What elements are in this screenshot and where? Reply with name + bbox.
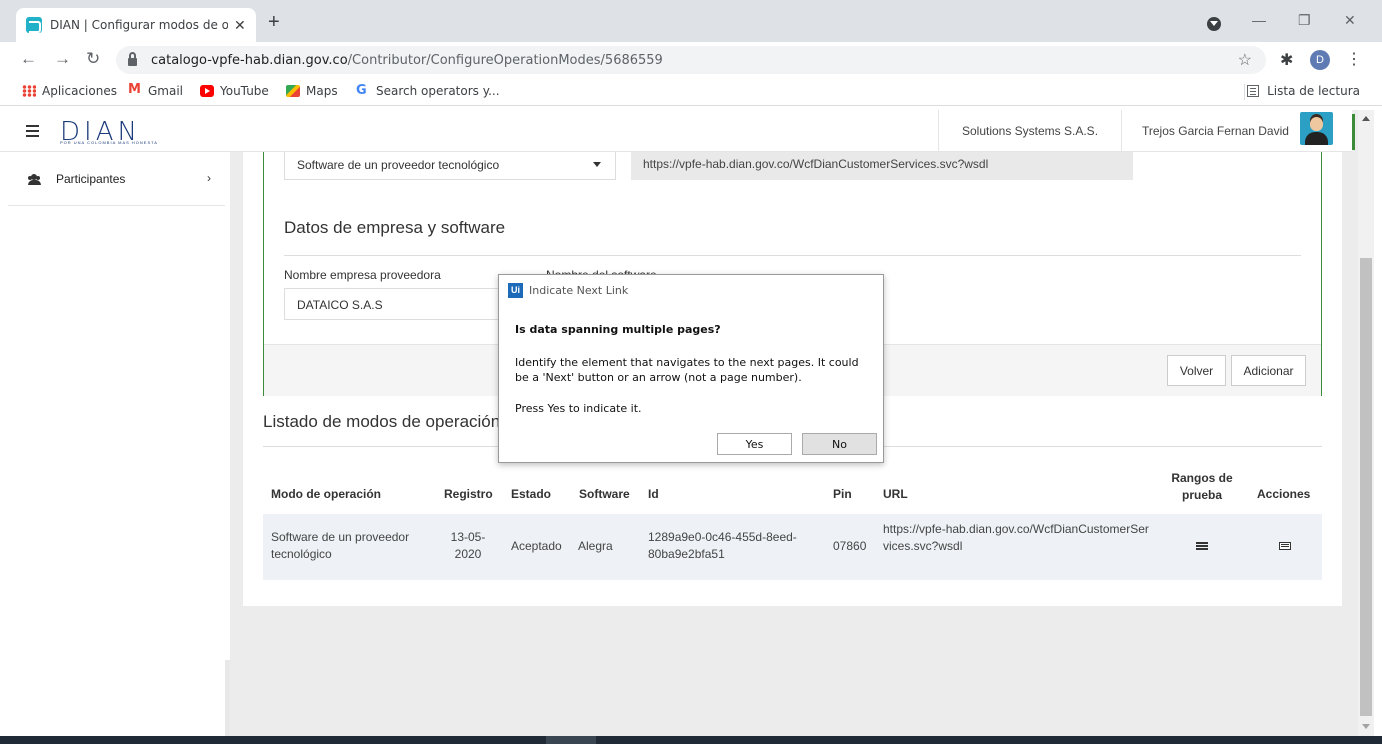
scroll-thumb[interactable] — [1360, 258, 1372, 716]
dian-favicon-icon — [26, 17, 42, 33]
browser-menu-icon[interactable]: ⋮ — [1346, 49, 1362, 69]
sidebar: Participantes › — [0, 152, 230, 736]
tab-search-icon[interactable] — [1207, 17, 1221, 31]
gmail-icon — [128, 82, 142, 97]
hamburger-menu-icon[interactable] — [26, 125, 39, 127]
cell-url: https://vpfe-hab.dian.gov.co/WcfDianCust… — [883, 522, 1149, 553]
bookmark-gmail[interactable]: Gmail — [128, 82, 184, 98]
minimize-icon[interactable]: — — [1252, 12, 1266, 28]
operation-mode-value: Software de un proveedor tecnológico — [297, 158, 500, 172]
cell-registro: 13-05-2020 — [450, 530, 486, 561]
sidebar-item-label: Participantes — [56, 171, 126, 186]
cell-modo: Software de un proveedor tecnológico — [271, 530, 410, 561]
section-divider — [284, 255, 1301, 256]
address-bar[interactable]: catalogo-vpfe-hab.dian.gov.co/Contributo… — [116, 46, 1266, 74]
label-empresa: Nombre empresa proveedora — [284, 268, 441, 282]
column-header-estado: Estado — [511, 487, 552, 501]
no-button[interactable]: No — [802, 433, 877, 455]
company-name[interactable]: Solutions Systems S.A.S. — [938, 110, 1122, 152]
new-tab-button[interactable]: + — [268, 12, 280, 32]
bookmark-youtube[interactable]: YouTube — [200, 84, 269, 98]
cell-id: 1289a9e0-0c46-455d-8eed-80ba9e2bfa51 — [648, 530, 797, 561]
cell-software: Alegra — [578, 539, 613, 553]
column-header-software: Software — [579, 487, 630, 501]
page-scrollbar[interactable] — [1358, 110, 1374, 736]
bookmark-label: Maps — [306, 84, 338, 98]
header-accent-bar — [1352, 114, 1355, 150]
url-text: catalogo-vpfe-hab.dian.gov.co/Contributo… — [151, 53, 663, 68]
user-name[interactable]: Trejos Garcia Fernan David — [1142, 124, 1289, 138]
yes-button[interactable]: Yes — [717, 433, 792, 455]
browser-tab[interactable]: DIAN | Configurar modos de ope ✕ — [16, 8, 256, 42]
indicate-next-link-dialog: Ui Indicate Next Link Is data spanning m… — [498, 274, 884, 463]
column-header-pin: Pin — [833, 487, 852, 501]
profile-avatar[interactable]: D — [1310, 50, 1330, 70]
browser-tabstrip: DIAN | Configurar modos de ope ✕ + — ❐ ✕ — [0, 0, 1382, 42]
dialog-question: Is data spanning multiple pages? — [515, 323, 721, 336]
scroll-down-arrow-icon[interactable] — [1362, 724, 1370, 729]
users-icon — [28, 173, 42, 185]
empresa-input[interactable]: DATAICO S.A.S — [284, 288, 514, 320]
adicionar-button[interactable]: Adicionar — [1231, 355, 1306, 386]
close-window-icon[interactable]: ✕ — [1344, 12, 1356, 29]
back-icon[interactable]: ← — [20, 50, 37, 68]
bookmark-maps[interactable]: Maps — [286, 84, 338, 98]
wsdl-url-field: https://vpfe-hab.dian.gov.co/WcfDianCust… — [631, 148, 1133, 180]
lock-icon — [128, 52, 137, 66]
list-title: Listado de modos de operación — [263, 412, 501, 431]
section-title: Datos de empresa y software — [284, 218, 506, 237]
caret-down-icon — [593, 162, 601, 167]
bookmark-apps[interactable]: Aplicaciones — [22, 84, 117, 98]
reading-list-icon — [1247, 85, 1260, 97]
apps-grid-icon — [22, 85, 36, 97]
column-header-id: Id — [648, 487, 659, 501]
dian-logo-tagline: POR UNA COLOMBIA MAS HONESTA — [60, 140, 158, 145]
taskbar-active-app[interactable] — [546, 736, 596, 744]
reading-list-label: Lista de lectura — [1267, 84, 1360, 98]
reload-icon[interactable]: ↻ — [86, 50, 100, 68]
google-icon — [356, 83, 370, 98]
test-ranges-list-icon[interactable] — [1196, 542, 1208, 551]
sidebar-item-participantes[interactable]: Participantes › — [8, 152, 225, 206]
scroll-up-arrow-icon[interactable] — [1362, 116, 1370, 121]
bookmarks-bar: Aplicaciones Gmail YouTube Maps Search o… — [0, 78, 1382, 106]
column-header-rangos: Rangos de prueba — [1171, 471, 1233, 502]
restore-icon[interactable]: ❐ — [1298, 12, 1311, 29]
uipath-logo-icon: Ui — [508, 282, 523, 298]
bookmark-label: Aplicaciones — [42, 84, 117, 98]
os-taskbar — [0, 736, 1382, 744]
volver-button[interactable]: Volver — [1167, 355, 1226, 386]
bookmark-divider — [1244, 84, 1245, 100]
column-header-registro: Registro — [444, 487, 493, 501]
operation-mode-select[interactable]: Software de un proveedor tecnológico — [284, 148, 616, 180]
dialog-prompt: Press Yes to indicate it. — [515, 402, 642, 415]
forward-icon[interactable]: → — [54, 50, 71, 68]
bookmark-label: Search operators y... — [376, 84, 500, 98]
dialog-title: Indicate Next Link — [529, 283, 629, 297]
column-header-acciones: Acciones — [1257, 487, 1311, 501]
tab-title: DIAN | Configurar modos de ope — [50, 18, 228, 32]
cell-estado: Aceptado — [511, 539, 562, 553]
browser-toolbar: ← → ↻ catalogo-vpfe-hab.dian.gov.co/Cont… — [0, 42, 1382, 78]
dialog-titlebar: Ui Indicate Next Link — [499, 275, 883, 305]
cell-pin: 07860 — [833, 539, 867, 553]
url-path: /Contributor/ConfigureOperationModes/568… — [347, 52, 663, 68]
bookmark-search-operators[interactable]: Search operators y... — [356, 83, 500, 98]
column-header-modo: Modo de operación — [271, 487, 382, 501]
app-header: DIAN POR UNA COLOMBIA MAS HONESTA Soluti… — [0, 110, 1355, 152]
url-host: catalogo-vpfe-hab.dian.gov.co — [151, 52, 348, 68]
chevron-right-icon: › — [207, 171, 211, 185]
dialog-description: Identify the element that navigates to t… — [515, 356, 859, 384]
actions-card-icon[interactable] — [1279, 542, 1291, 550]
bookmark-star-icon[interactable]: ☆ — [1238, 50, 1252, 70]
bookmark-label: Gmail — [148, 84, 184, 98]
youtube-icon — [200, 85, 214, 97]
extensions-icon[interactable]: ✱ — [1280, 50, 1293, 70]
reading-list-button[interactable]: Lista de lectura — [1247, 84, 1360, 98]
column-header-url: URL — [883, 487, 908, 501]
maps-icon — [286, 85, 300, 97]
tab-close-icon[interactable]: ✕ — [234, 17, 246, 34]
user-avatar[interactable] — [1300, 112, 1333, 145]
bookmark-label: YouTube — [220, 84, 269, 98]
